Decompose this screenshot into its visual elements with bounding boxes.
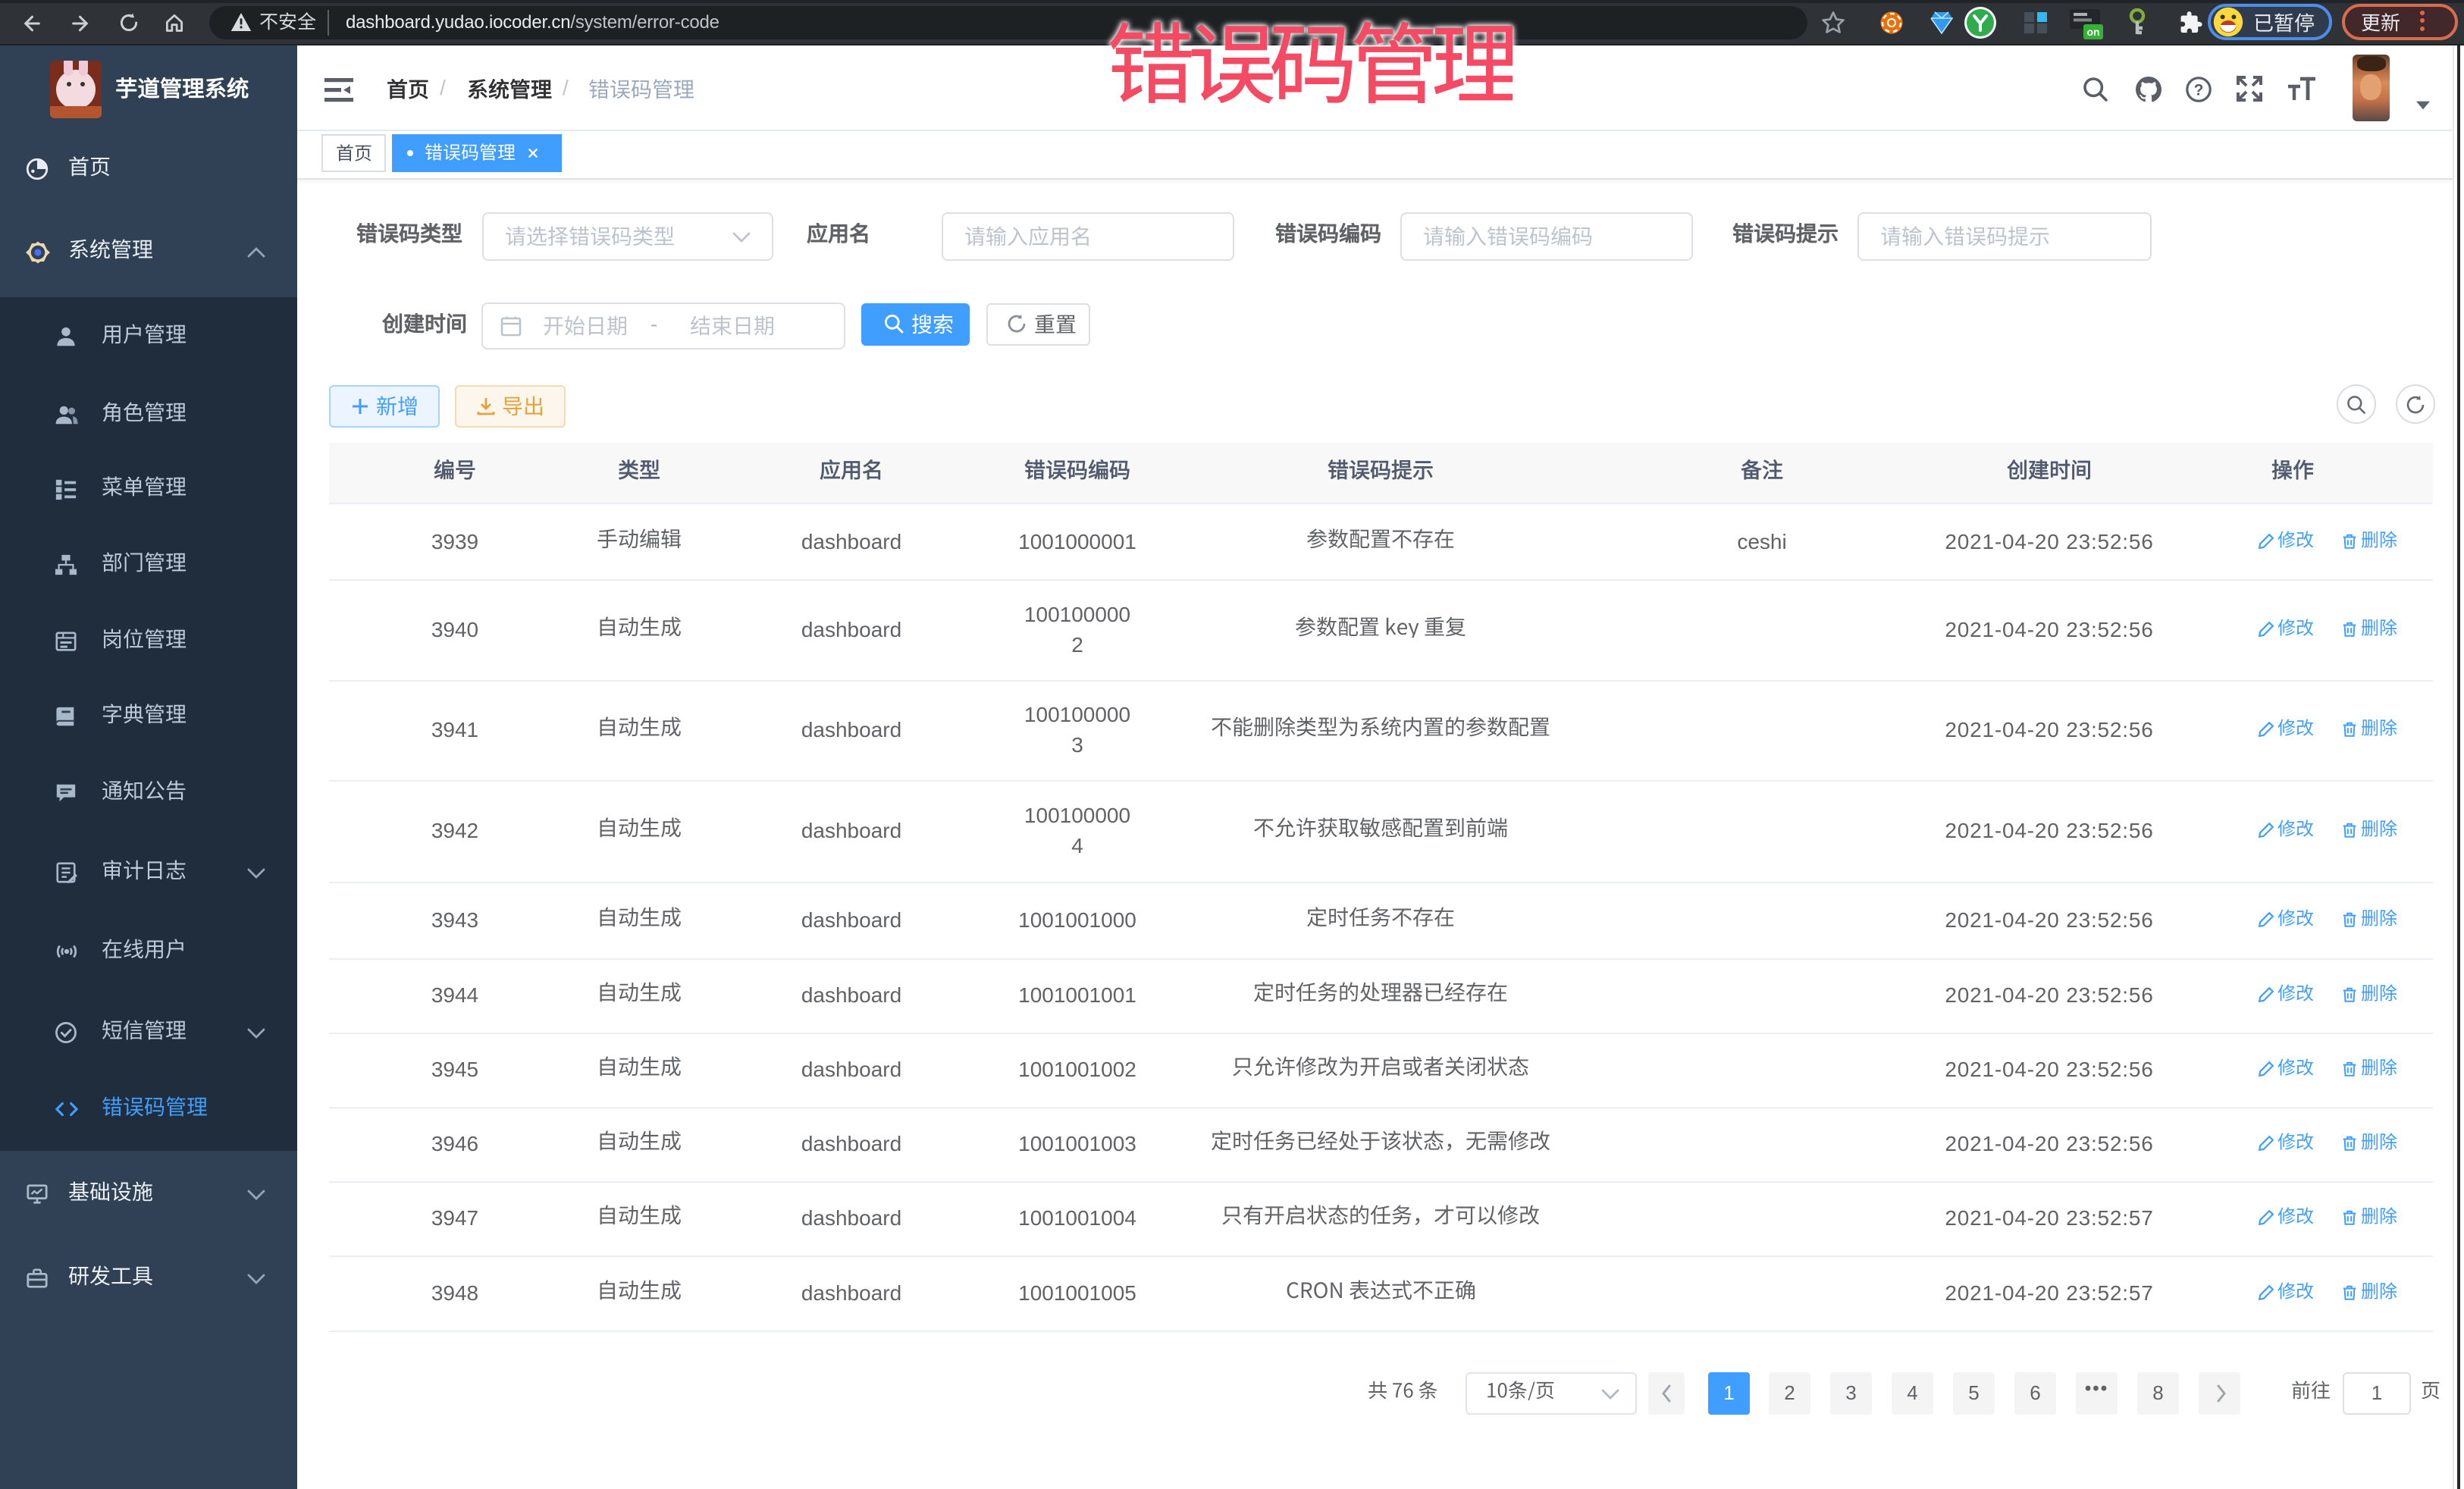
svg-text:?: ? [2194,81,2204,99]
svg-text:on: on [2086,26,2099,38]
